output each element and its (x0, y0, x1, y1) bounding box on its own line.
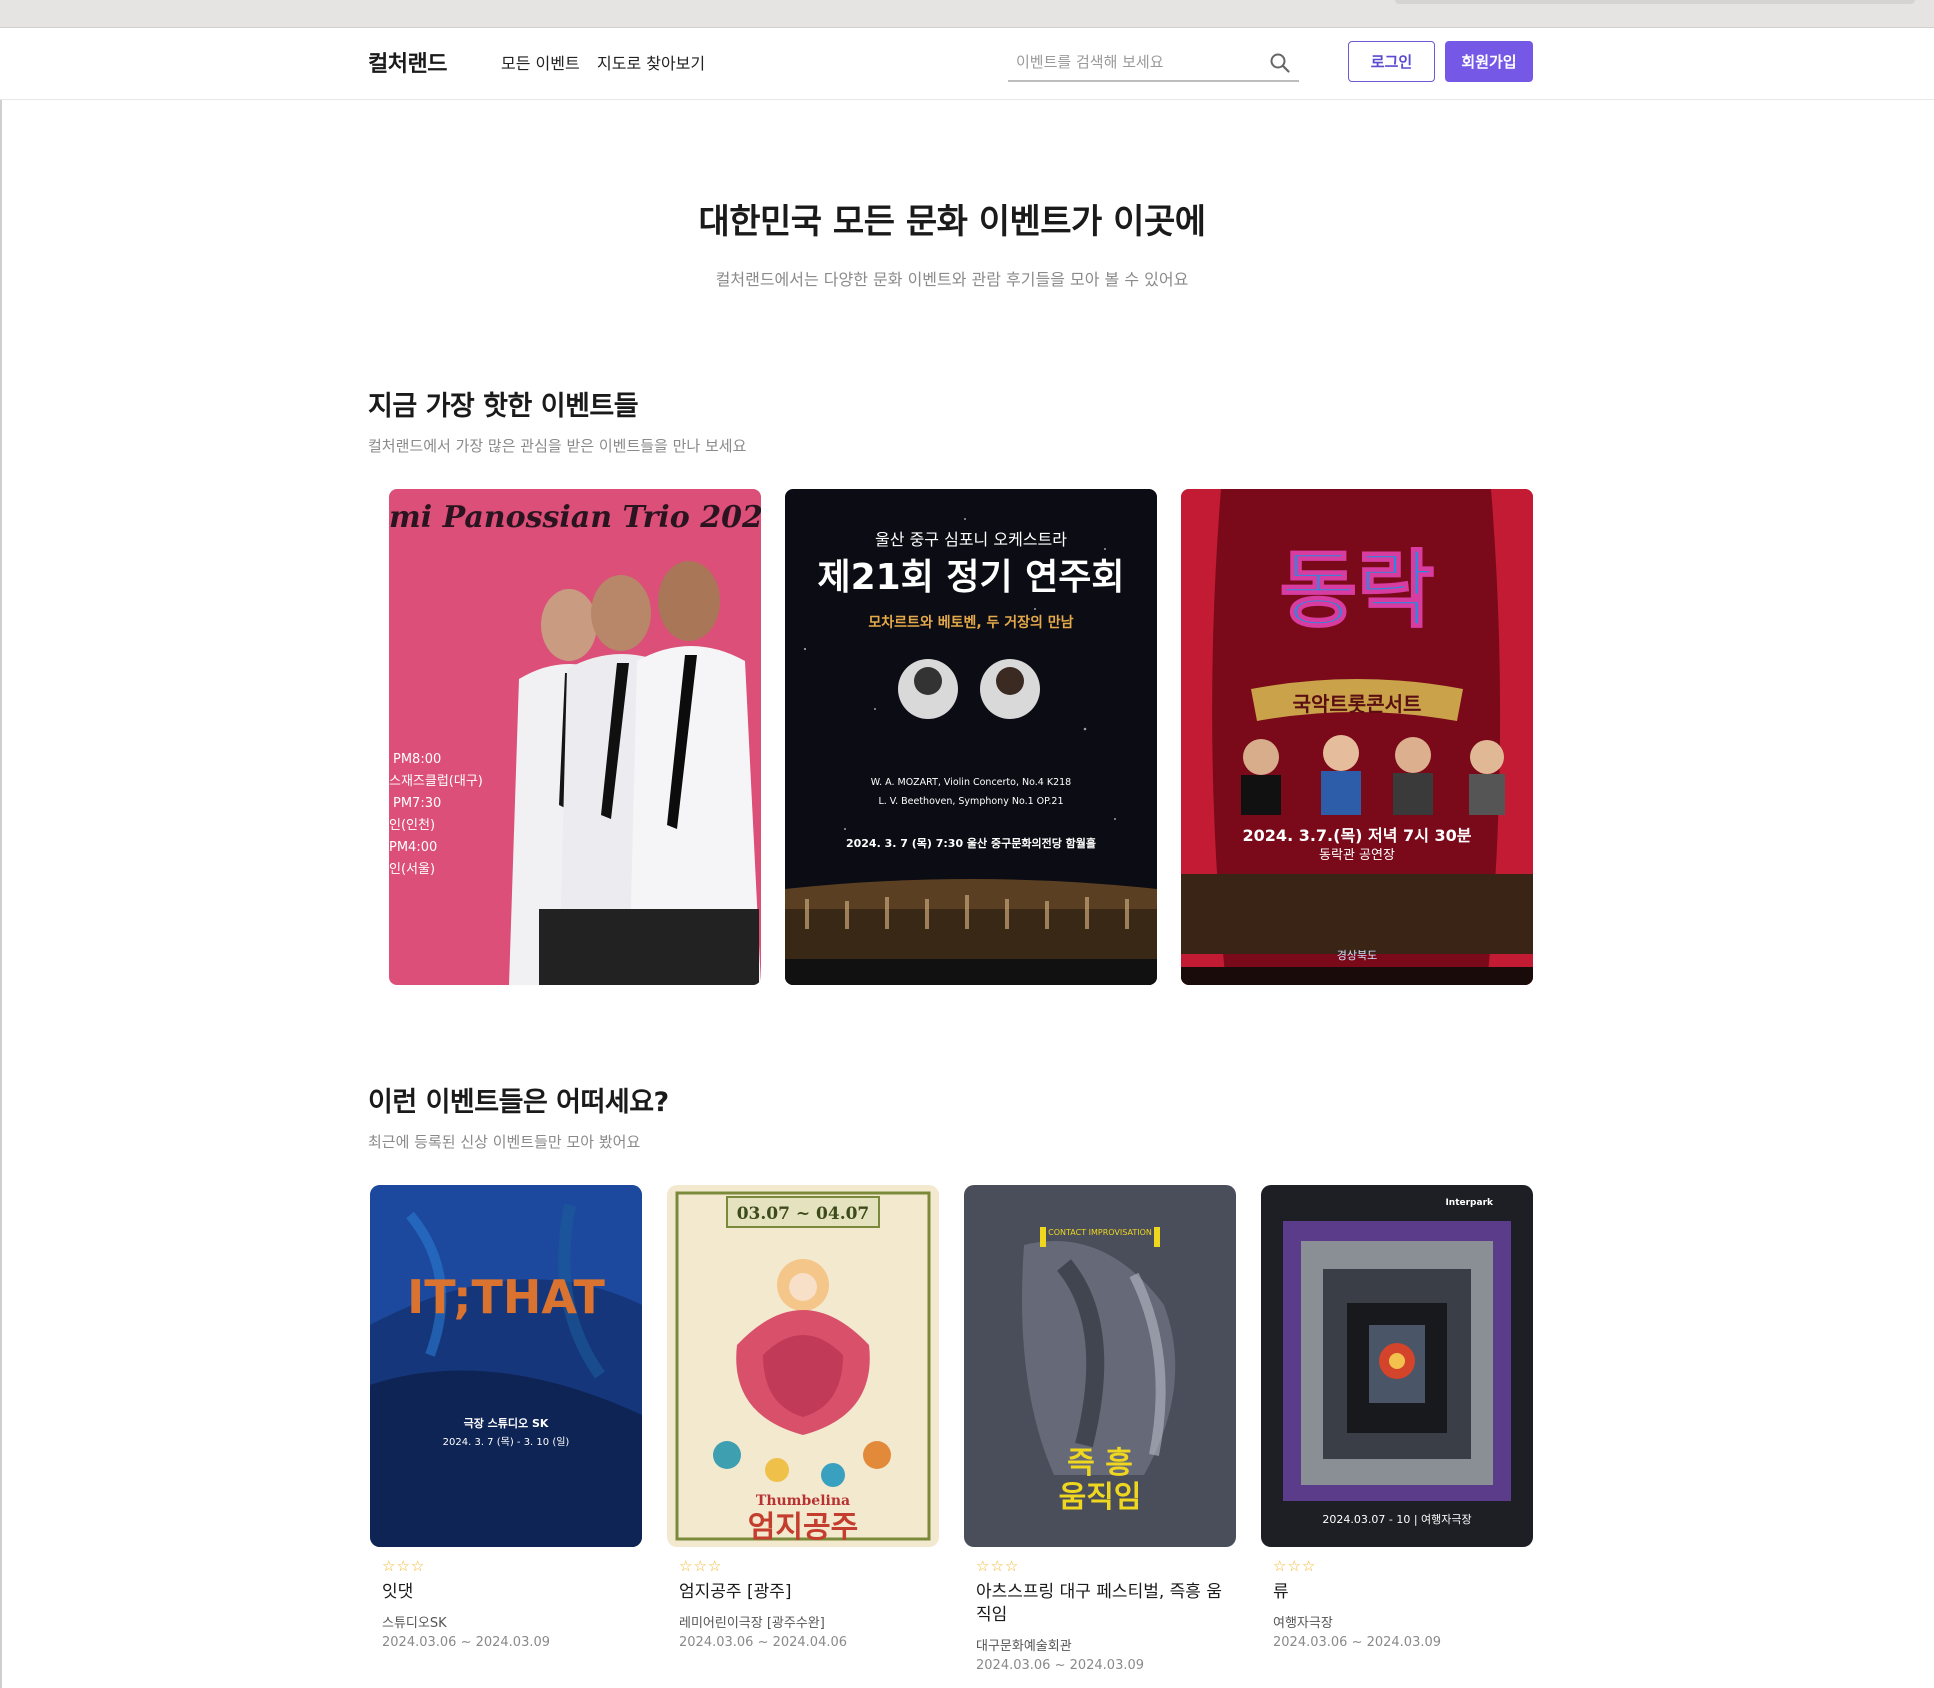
event-title[interactable]: 류 (1273, 1581, 1533, 1604)
rating-stars: ☆☆☆ (382, 1557, 426, 1575)
svg-text:PM8:00: PM8:00 (393, 752, 441, 767)
svg-text:인(서울): 인(서울) (389, 862, 435, 877)
poster-sym-program-1: W. A. MOZART, Violin Concerto, No.4 K218 (871, 777, 1071, 788)
poster-dongrak-venue: 동락관 공연장 (1319, 848, 1395, 863)
rating-stars: ☆☆☆ (1273, 1557, 1317, 1575)
poster-ryu-brand: Interpark (1445, 1198, 1494, 1208)
event-venue: 레미어린이극장 [광주수완] (679, 1616, 825, 1631)
hot-section-subtitle: 컬처랜드에서 가장 많은 관심을 받은 이벤트들을 만나 보세요 (368, 437, 747, 455)
event-dates: 2024.03.06 ~ 2024.03.09 (382, 1635, 551, 1650)
browser-chrome (0, 0, 1934, 28)
poster-itthat-date: 2024. 3. 7 (목) - 3. 10 (일) (443, 1436, 570, 1448)
event-card-ryu[interactable]: Interpark 2024.03.07 - 10 | 여행자극장 ☆☆☆ 류 … (1261, 1185, 1533, 1650)
hero-title: 대한민국 모든 문화 이벤트가 이곳에 (698, 202, 1206, 242)
hot-poster-trio[interactable]: mi Panossian Trio 2024 To PM8:00 스재즈클럽(대… (389, 489, 761, 985)
event-dates: 2024.03.06 ~ 2024.03.09 (1273, 1635, 1442, 1650)
poster-ryu-date: 2024.03.07 - 10 | 여행자극장 (1322, 1513, 1471, 1526)
hot-poster-dongrak[interactable]: 동락 국악트롯콘서트 2024. 3.7.(목) 저녁 7시 30분 동락관 공… (1181, 489, 1533, 985)
recent-section-subtitle: 최근에 등록된 신상 이벤트들만 모아 봤어요 (368, 1133, 641, 1151)
poster-thumbelina-en: Thumbelina (756, 1493, 850, 1509)
poster-sym-program-2: L. V. Beethoven, Symphony No.1 OP.21 (878, 796, 1063, 807)
event-title[interactable]: 엄지공주 [광주] (679, 1581, 939, 1604)
rating-stars: ☆☆☆ (679, 1557, 723, 1575)
poster-itthat-venue: 극장 스튜디오 SK (464, 1416, 549, 1430)
poster-arts-ko2: 움직임 (1059, 1480, 1142, 1515)
login-button[interactable]: 로그인 (1348, 41, 1435, 82)
nav-map-search[interactable]: 지도로 찾아보기 (597, 50, 705, 74)
poster-sym-date: 2024. 3. 7 (목) 7:30 울산 중구문화의전당 함월홀 (846, 836, 1096, 850)
recent-section-title: 이런 이벤트들은 어떠세요? (368, 1087, 669, 1118)
svg-text:스재즈클럽(대구): 스재즈클럽(대구) (389, 774, 483, 789)
event-card-thumbelina[interactable]: 03.07 ~ 04.07 Thumbelina 엄지공주 ☆☆☆ 엄지공주 [… (667, 1185, 939, 1650)
svg-text:인(인천): 인(인천) (389, 818, 435, 833)
poster-sym-orchestra (785, 879, 1157, 985)
site-logo[interactable]: 컬처랜드 (368, 46, 447, 78)
poster-arts-ko1: 즉 흥 (1067, 1446, 1133, 1481)
site-header: 컬처랜드 모든 이벤트 지도로 찾아보기 로그인 회원가입 (0, 28, 1934, 100)
event-dates: 2024.03.06 ~ 2024.04.06 (679, 1635, 848, 1650)
nav-all-events[interactable]: 모든 이벤트 (501, 50, 580, 74)
search-input[interactable] (1016, 48, 1256, 76)
event-card-poster[interactable]: IT;THAT 극장 스튜디오 SK 2024. 3. 7 (목) - 3. 1… (370, 1185, 642, 1547)
poster-trio-headline: mi Panossian Trio 2024 To (389, 500, 761, 535)
event-title[interactable]: 아츠스프링 대구 페스티벌, 즉흥 움직임 (976, 1581, 1228, 1627)
event-card-poster[interactable]: 03.07 ~ 04.07 Thumbelina 엄지공주 (667, 1185, 939, 1547)
event-card-itthat[interactable]: IT;THAT 극장 스튜디오 SK 2024. 3. 7 (목) - 3. 1… (370, 1185, 642, 1650)
poster-sym-tagline: 모차르트와 베토벤, 두 거장의 만남 (868, 614, 1073, 631)
browser-address-bar[interactable] (1395, 0, 1915, 4)
event-card-poster[interactable]: Interpark 2024.03.07 - 10 | 여행자극장 (1261, 1185, 1533, 1547)
poster-dongrak-sponsor: 경상북도 (1337, 949, 1377, 962)
search-bar (1008, 42, 1299, 82)
poster-dongrak-orchestra (1181, 874, 1533, 954)
rating-stars: ☆☆☆ (976, 1557, 1020, 1575)
hot-poster-symphony[interactable]: 울산 중구 심포니 오케스트라 제21회 정기 연주회 모차르트와 베토벤, 두… (785, 489, 1157, 985)
poster-sym-org: 울산 중구 심포니 오케스트라 (875, 530, 1067, 549)
event-card-arts-spring[interactable]: CONTACT IMPROVISATION 즉 흥 움직임 ☆☆☆ 아츠스프링 … (964, 1185, 1236, 1673)
poster-thumbelina-date: 03.07 ~ 04.07 (737, 1204, 870, 1224)
event-title[interactable]: 잇댓 (382, 1581, 642, 1604)
hot-section-title: 지금 가장 핫한 이벤트들 (368, 391, 639, 422)
poster-sym-headline: 제21회 정기 연주회 (817, 557, 1124, 598)
hero-subtitle: 컬처랜드에서는 다양한 문화 이벤트와 관람 후기들을 모아 볼 수 있어요 (715, 270, 1189, 289)
event-venue: 여행자극장 (1273, 1616, 1333, 1631)
poster-arts-headline: CONTACT IMPROVISATION (1048, 1228, 1152, 1237)
svg-text:PM7:30: PM7:30 (393, 796, 441, 811)
search-icon[interactable] (1269, 52, 1291, 74)
poster-thumbelina-ko: 엄지공주 (748, 1510, 858, 1545)
event-dates: 2024.03.06 ~ 2024.03.09 (976, 1658, 1145, 1673)
signup-button[interactable]: 회원가입 (1445, 41, 1533, 82)
poster-dongrak-date: 2024. 3.7.(목) 저녁 7시 30분 (1243, 826, 1472, 845)
poster-dongrak-headline: 동락 (1280, 541, 1435, 639)
event-venue: 대구문화예술회관 (976, 1639, 1072, 1654)
svg-text:PM4:00: PM4:00 (389, 840, 437, 855)
event-venue: 스튜디오SK (382, 1616, 447, 1631)
event-card-poster[interactable]: CONTACT IMPROVISATION 즉 흥 움직임 (964, 1185, 1236, 1547)
poster-dongrak-subtitle: 국악트롯콘서트 (1293, 692, 1422, 716)
poster-itthat-headline: IT;THAT (407, 1270, 605, 1324)
